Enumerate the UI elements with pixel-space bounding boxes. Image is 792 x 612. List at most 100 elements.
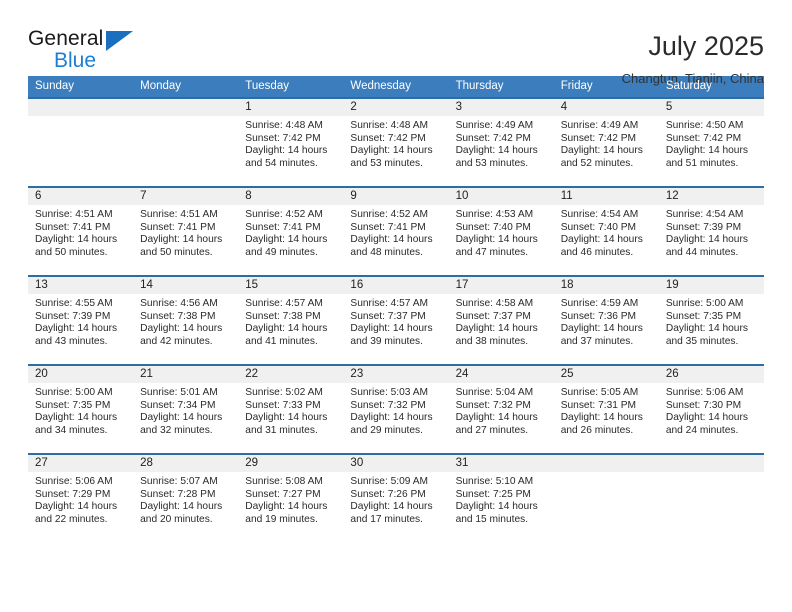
- calendar-day-cell[interactable]: 11 Sunrise: 4:54 AM Sunset: 7:40 PM Dayligh…: [553, 186, 659, 276]
- day-number: 28: [133, 455, 239, 472]
- day-number: 19: [658, 277, 764, 294]
- calendar-day-cell[interactable]: 19 Sunrise: 5:00 AM Sunset: 7:35 PM Dayligh…: [658, 275, 764, 365]
- day-number: 21: [133, 366, 239, 383]
- day-number: 12: [658, 188, 764, 205]
- sunrise-text: Sunrise: 4:57 AM: [245, 298, 323, 309]
- sunrise-text: Sunrise: 4:54 AM: [560, 209, 639, 220]
- day-details: Sunrise: 4:48 AM Sunset: 7:42 PM Daylight:…: [238, 116, 343, 170]
- daylight-text: Daylight: 14 hours and 48 minutes.: [350, 234, 433, 258]
- calendar-day-cell[interactable]: 16 Sunrise: 4:57 AM Sunset: 7:37 PM Dayligh…: [343, 275, 449, 365]
- day-number: 17: [448, 277, 554, 294]
- calendar-cell-empty: [658, 453, 764, 543]
- calendar-body: 1 Sunrise: 4:48 AM Sunset: 7:42 PM Daylight…: [28, 97, 764, 543]
- sunrise-text: Sunrise: 4:57 AM: [350, 298, 429, 309]
- title-block: July 2025 Changtun, Tianjin, China: [622, 28, 764, 86]
- calendar-day-cell[interactable]: 10 Sunrise: 4:53 AM Sunset: 7:40 PM Dayligh…: [448, 186, 554, 276]
- calendar-day-cell[interactable]: 15 Sunrise: 4:57 AM Sunset: 7:38 PM Dayligh…: [238, 275, 344, 365]
- sunset-text: Sunset: 7:42 PM: [350, 132, 426, 144]
- day-details: Sunrise: 4:51 AM Sunset: 7:41 PM Daylight:…: [133, 205, 238, 259]
- sunrise-text: Sunrise: 4:54 AM: [665, 209, 744, 220]
- calendar-day-cell[interactable]: 20 Sunrise: 5:00 AM Sunset: 7:35 PM Dayligh…: [28, 364, 134, 454]
- calendar-day-cell[interactable]: 1 Sunrise: 4:48 AM Sunset: 7:42 PM Daylight…: [238, 97, 344, 187]
- daylight-text: Daylight: 14 hours and 52 minutes.: [560, 145, 643, 169]
- sunrise-text: Sunrise: 4:53 AM: [455, 209, 534, 220]
- calendar-day-cell[interactable]: 18 Sunrise: 4:59 AM Sunset: 7:36 PM Dayligh…: [553, 275, 659, 365]
- day-number: 6: [28, 188, 134, 205]
- daylight-text: Daylight: 14 hours and 50 minutes.: [140, 234, 223, 258]
- sunrise-text: Sunrise: 5:06 AM: [35, 476, 113, 487]
- calendar-day-cell[interactable]: 4 Sunrise: 4:49 AM Sunset: 7:42 PM Daylight…: [553, 97, 659, 187]
- daylight-text: Daylight: 14 hours and 27 minutes.: [455, 412, 538, 436]
- calendar-day-cell[interactable]: 5 Sunrise: 4:50 AM Sunset: 7:42 PM Daylight…: [658, 97, 764, 187]
- day-details: Sunrise: 5:00 AM Sunset: 7:35 PM Daylight:…: [28, 383, 133, 437]
- calendar-day-cell[interactable]: 7 Sunrise: 4:51 AM Sunset: 7:41 PM Daylight…: [133, 186, 239, 276]
- day-details: Sunrise: 5:00 AM Sunset: 7:35 PM Daylight:…: [659, 294, 764, 348]
- day-details: Sunrise: 4:53 AM Sunset: 7:40 PM Daylight:…: [449, 205, 554, 259]
- calendar-day-cell[interactable]: 27 Sunrise: 5:06 AM Sunset: 7:29 PM Dayligh…: [28, 453, 134, 543]
- sunrise-text: Sunrise: 5:04 AM: [455, 387, 534, 398]
- sunset-text: Sunset: 7:41 PM: [245, 221, 321, 233]
- day-details: Sunrise: 5:10 AM Sunset: 7:25 PM Daylight:…: [449, 472, 554, 526]
- daylight-text: Daylight: 14 hours and 31 minutes.: [245, 412, 328, 436]
- calendar-day-cell[interactable]: 28 Sunrise: 5:07 AM Sunset: 7:28 PM Dayligh…: [133, 453, 239, 543]
- calendar-day-cell[interactable]: 2 Sunrise: 4:48 AM Sunset: 7:42 PM Daylight…: [343, 97, 449, 187]
- day-number: 16: [343, 277, 449, 294]
- daylight-text: Daylight: 14 hours and 17 minutes.: [350, 501, 433, 525]
- daylight-text: Daylight: 14 hours and 53 minutes.: [455, 145, 538, 169]
- daylight-text: Daylight: 14 hours and 39 minutes.: [350, 323, 433, 347]
- sunrise-text: Sunrise: 4:50 AM: [665, 120, 744, 131]
- sunset-text: Sunset: 7:39 PM: [665, 221, 742, 233]
- day-number: 10: [448, 188, 554, 205]
- calendar-day-cell[interactable]: 3 Sunrise: 4:49 AM Sunset: 7:42 PM Daylight…: [448, 97, 554, 187]
- day-number: 13: [28, 277, 134, 294]
- calendar-day-cell[interactable]: 14 Sunrise: 4:56 AM Sunset: 7:38 PM Dayligh…: [133, 275, 239, 365]
- daylight-text: Daylight: 14 hours and 43 minutes.: [35, 323, 118, 347]
- sunset-text: Sunset: 7:42 PM: [665, 132, 742, 144]
- calendar-day-cell[interactable]: 30 Sunrise: 5:09 AM Sunset: 7:26 PM Dayligh…: [343, 453, 449, 543]
- daylight-text: Daylight: 14 hours and 24 minutes.: [665, 412, 748, 436]
- sunset-text: Sunset: 7:31 PM: [560, 399, 637, 411]
- sunrise-text: Sunrise: 4:58 AM: [455, 298, 534, 309]
- day-details: Sunrise: 5:07 AM Sunset: 7:28 PM Daylight:…: [133, 472, 238, 526]
- sunset-text: Sunset: 7:41 PM: [35, 221, 111, 233]
- calendar-cell-empty: [28, 97, 134, 187]
- sunset-text: Sunset: 7:32 PM: [455, 399, 531, 411]
- calendar-day-cell[interactable]: 17 Sunrise: 4:58 AM Sunset: 7:37 PM Dayligh…: [448, 275, 554, 365]
- day-details: Sunrise: 5:02 AM Sunset: 7:33 PM Daylight:…: [238, 383, 343, 437]
- calendar-day-cell[interactable]: 31 Sunrise: 5:10 AM Sunset: 7:25 PM Dayligh…: [448, 453, 554, 543]
- weekday-header-wednesday: Wednesday: [343, 76, 449, 98]
- calendar-day-cell[interactable]: 21 Sunrise: 5:01 AM Sunset: 7:34 PM Dayligh…: [133, 364, 239, 454]
- calendar-day-cell[interactable]: 24 Sunrise: 5:04 AM Sunset: 7:32 PM Dayligh…: [448, 364, 554, 454]
- sunrise-text: Sunrise: 4:55 AM: [35, 298, 113, 309]
- calendar-day-cell[interactable]: 29 Sunrise: 5:08 AM Sunset: 7:27 PM Dayligh…: [238, 453, 344, 543]
- sunset-text: Sunset: 7:38 PM: [140, 310, 216, 322]
- calendar-week-row: 6 Sunrise: 4:51 AM Sunset: 7:41 PM Daylight…: [28, 186, 764, 276]
- calendar-day-cell[interactable]: 25 Sunrise: 5:05 AM Sunset: 7:31 PM Dayligh…: [553, 364, 659, 454]
- calendar-day-cell[interactable]: 8 Sunrise: 4:52 AM Sunset: 7:41 PM Daylight…: [238, 186, 344, 276]
- sunset-text: Sunset: 7:26 PM: [350, 488, 426, 500]
- sunset-text: Sunset: 7:38 PM: [245, 310, 321, 322]
- general-blue-logo[interactable]: General Blue: [28, 28, 158, 71]
- day-number: 18: [553, 277, 659, 294]
- calendar-day-cell[interactable]: 23 Sunrise: 5:03 AM Sunset: 7:32 PM Dayligh…: [343, 364, 449, 454]
- day-details: Sunrise: 4:50 AM Sunset: 7:42 PM Daylight:…: [659, 116, 764, 170]
- calendar-day-cell[interactable]: 6 Sunrise: 4:51 AM Sunset: 7:41 PM Daylight…: [28, 186, 134, 276]
- sunset-text: Sunset: 7:35 PM: [665, 310, 742, 322]
- day-details: Sunrise: 5:08 AM Sunset: 7:27 PM Daylight:…: [238, 472, 343, 526]
- calendar-day-cell[interactable]: 12 Sunrise: 4:54 AM Sunset: 7:39 PM Dayligh…: [658, 186, 764, 276]
- calendar-day-cell[interactable]: 13 Sunrise: 4:55 AM Sunset: 7:39 PM Dayligh…: [28, 275, 134, 365]
- sunrise-text: Sunrise: 4:48 AM: [245, 120, 323, 131]
- day-details: Sunrise: 4:58 AM Sunset: 7:37 PM Daylight:…: [449, 294, 554, 348]
- daylight-text: Daylight: 14 hours and 32 minutes.: [140, 412, 223, 436]
- daylight-text: Daylight: 14 hours and 29 minutes.: [350, 412, 433, 436]
- sunset-text: Sunset: 7:36 PM: [560, 310, 637, 322]
- daylight-text: Daylight: 14 hours and 22 minutes.: [35, 501, 118, 525]
- sunrise-text: Sunrise: 5:00 AM: [35, 387, 113, 398]
- calendar-day-cell[interactable]: 22 Sunrise: 5:02 AM Sunset: 7:33 PM Dayligh…: [238, 364, 344, 454]
- day-number: 31: [448, 455, 554, 472]
- day-details: Sunrise: 4:56 AM Sunset: 7:38 PM Daylight:…: [133, 294, 238, 348]
- calendar-day-cell[interactable]: 26 Sunrise: 5:06 AM Sunset: 7:30 PM Dayligh…: [658, 364, 764, 454]
- day-details: Sunrise: 4:54 AM Sunset: 7:39 PM Daylight:…: [659, 205, 764, 259]
- sunset-text: Sunset: 7:30 PM: [665, 399, 742, 411]
- calendar-day-cell[interactable]: 9 Sunrise: 4:52 AM Sunset: 7:41 PM Daylight…: [343, 186, 449, 276]
